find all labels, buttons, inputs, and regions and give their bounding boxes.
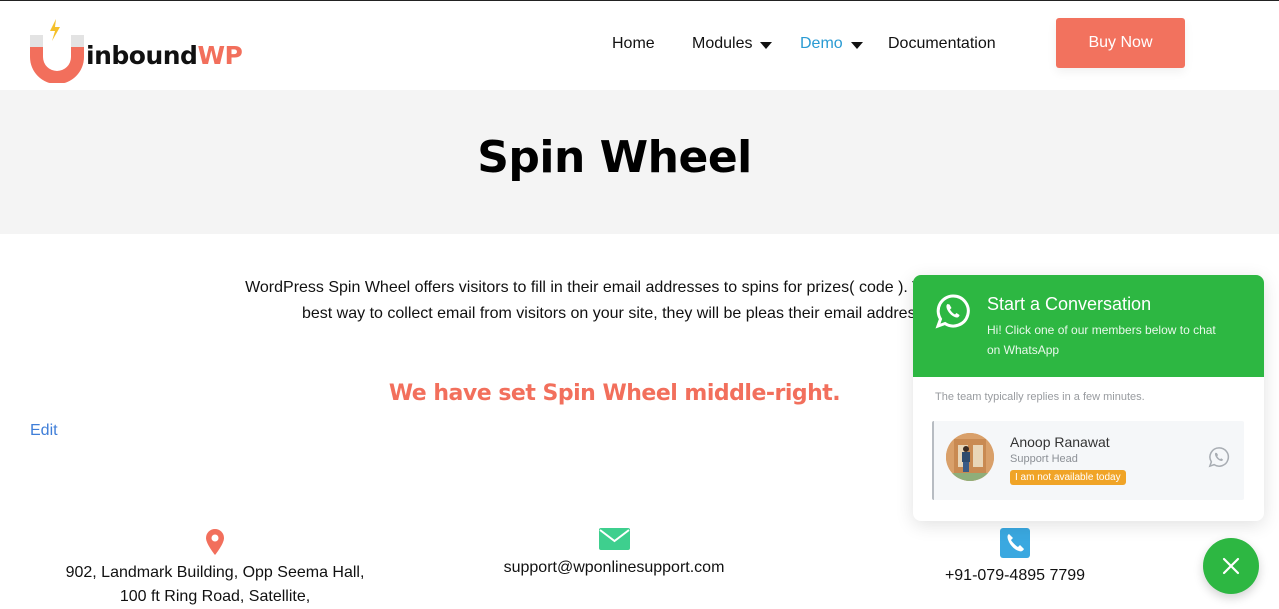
whatsapp-icon [1208,447,1230,468]
reply-time-note: The team typically replies in a few minu… [935,391,1145,403]
envelope-icon [598,528,630,550]
nav-demo[interactable]: Demo [800,35,863,53]
nav-documentation[interactable]: Documentation [888,35,996,53]
contact-email: support@wponlinesupport.com [444,528,784,580]
page-title-band: Spin Wheel [0,90,1279,234]
caret-down-icon [760,41,773,49]
avatar [946,433,994,481]
caret-down-icon [850,41,863,49]
address-line-2: 100 ft Ring Road, Satellite, [119,588,311,605]
logo-text: inboundWP [86,41,243,70]
magnet-logo-icon [30,19,84,83]
close-icon [1222,557,1240,575]
whatsapp-close-button[interactable] [1203,538,1259,594]
phone-number[interactable]: +91-079-4895 7799 [900,564,1130,588]
contact-phone: +91-079-4895 7799 [900,528,1130,588]
buy-now-button[interactable]: Buy Now [1056,18,1185,68]
site-header: inboundWP Home Modules Demo Documentatio… [0,2,1279,90]
address-line-1: 902, Landmark Building, Opp Seema Hall, [65,564,365,581]
whatsapp-icon [935,294,970,329]
contact-address: 902, Landmark Building, Opp Seema Hall, … [30,529,400,609]
nav-modules[interactable]: Modules [692,35,773,53]
whatsapp-popup-subtitle: Hi! Click one of our members below to ch… [987,323,1216,357]
intro-text: WordPress Spin Wheel offers visitors to … [245,279,985,322]
whatsapp-popup-title: Start a Conversation [987,294,1152,314]
whatsapp-member-item[interactable]: Anoop Ranawat Support Head I am not avai… [932,421,1244,500]
page-title: Spin Wheel [477,132,752,183]
email-address[interactable]: support@wponlinesupport.com [444,556,784,580]
phone-icon [1000,528,1030,558]
member-status-badge: I am not available today [1010,470,1126,485]
nav-home[interactable]: Home [612,35,655,53]
avatar-photo [946,433,994,481]
map-pin-icon [206,529,224,555]
member-name: Anoop Ranawat [1010,434,1110,450]
member-role: Support Head [1010,453,1078,465]
site-logo[interactable]: inboundWP [30,17,250,83]
whatsapp-chat-popup: Start a Conversation Hi! Click one of ou… [913,275,1264,521]
whatsapp-popup-header: Start a Conversation Hi! Click one of ou… [913,275,1264,377]
edit-link[interactable]: Edit [30,422,58,440]
